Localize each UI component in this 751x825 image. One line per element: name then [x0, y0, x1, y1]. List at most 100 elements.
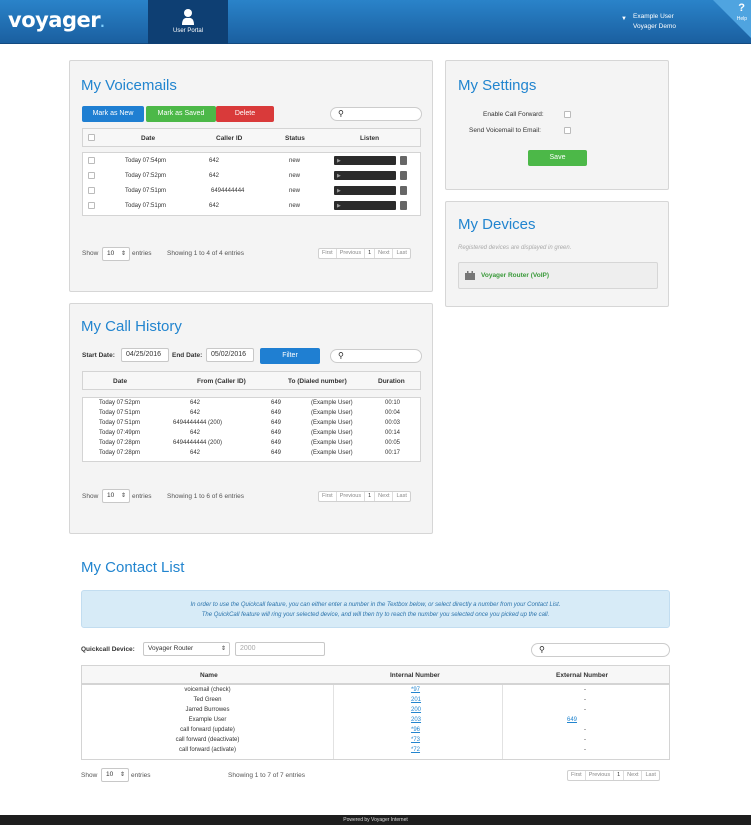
col-date[interactable]: Date [141, 135, 155, 142]
row-checkbox[interactable] [88, 202, 95, 209]
download-icon[interactable] [400, 201, 407, 210]
col-to[interactable]: To (Dialed number) [288, 378, 347, 385]
row-checkbox[interactable] [88, 187, 95, 194]
voyager-logo[interactable]: voyager. [8, 8, 105, 32]
table-row[interactable]: Today 07:28pm 6494444444 (200) 649 (Example… [83, 440, 420, 450]
call-from: 642 [190, 450, 201, 456]
contact-internal-link[interactable]: 203 [411, 717, 421, 723]
search-icon: ⚲ [338, 109, 344, 118]
entries-value: 10 [106, 771, 114, 778]
page-previous[interactable]: Previous [337, 492, 366, 501]
table-row[interactable]: Today 07:52pm 642 649 (Example User) 00:10 [83, 400, 420, 410]
table-row[interactable]: Today 07:51pm 642 649 (Example User) 00:04 [83, 410, 420, 420]
start-date-input[interactable]: 04/25/2016 [121, 348, 169, 362]
help-button[interactable]: ? Help [708, 0, 751, 44]
save-button[interactable]: Save [528, 150, 587, 166]
contact-external-link[interactable]: 649 [567, 717, 577, 723]
call-forward-checkbox[interactable] [564, 111, 571, 118]
page-last[interactable]: Last [642, 771, 658, 780]
page-current[interactable]: 1 [614, 771, 625, 780]
nav-tab-user-portal[interactable]: User Portal [148, 0, 228, 44]
audio-player[interactable]: ▶ [334, 156, 396, 165]
mark-as-new-button[interactable]: Mark as New [82, 106, 144, 122]
table-row[interactable]: voicemail (check) *97 - [82, 687, 669, 697]
table-row[interactable]: call forward (update) *96 - [82, 727, 669, 737]
page-first[interactable]: First [568, 771, 586, 780]
entries-select[interactable]: 10 ⇕ [102, 247, 130, 261]
vm-caller: 642 [209, 203, 220, 209]
vm-caller: 6494444444 [211, 188, 245, 194]
col-caller-id[interactable]: Caller ID [216, 135, 242, 142]
end-date-input[interactable]: 05/02/2016 [206, 348, 254, 362]
contact-internal-link[interactable]: 200 [411, 707, 421, 713]
download-icon[interactable] [400, 156, 407, 165]
row-checkbox[interactable] [88, 157, 95, 164]
entries-label: entries [132, 493, 152, 500]
col-from[interactable]: From (Caller ID) [197, 378, 246, 385]
filter-button[interactable]: Filter [260, 348, 320, 364]
entries-select[interactable]: 10 ⇕ [101, 768, 129, 782]
call-to-name: (Example User) [311, 450, 353, 456]
table-row[interactable]: Today 07:49pm 642 649 (Example User) 00:14 [83, 430, 420, 440]
history-search-input[interactable]: ⚲ [330, 349, 422, 363]
table-row[interactable]: Jarred Burrowes 200 - [82, 707, 669, 717]
table-row[interactable]: Example User 203 649 [82, 717, 669, 727]
entries-select[interactable]: 10 ⇕ [102, 489, 130, 503]
page-first[interactable]: First [319, 249, 337, 258]
device-item[interactable]: Voyager Router (VoIP) [458, 262, 658, 289]
row-checkbox[interactable] [88, 172, 95, 179]
contacts-table-header: Name Internal Number External Number [81, 665, 670, 684]
select-all-checkbox[interactable] [88, 134, 95, 141]
mark-as-saved-button[interactable]: Mark as Saved [146, 106, 216, 122]
col-status[interactable]: Status [285, 135, 305, 142]
col-name[interactable]: Name [200, 672, 218, 679]
page-last[interactable]: Last [393, 249, 409, 258]
table-row[interactable]: call forward (activate) *72 - [82, 747, 669, 757]
contact-internal-link[interactable]: *97 [411, 687, 420, 693]
end-date-label: End Date: [172, 352, 203, 359]
col-listen[interactable]: Listen [360, 135, 379, 142]
contact-name: voicemail (check) [184, 687, 231, 693]
download-icon[interactable] [400, 171, 407, 180]
col-external[interactable]: External Number [556, 672, 608, 679]
start-date-label: Start Date: [82, 352, 115, 359]
history-table-body: Today 07:52pm 642 649 (Example User) 00:10 T… [82, 397, 421, 462]
delete-button[interactable]: Delete [216, 106, 274, 122]
page-previous[interactable]: Previous [337, 249, 366, 258]
audio-player[interactable]: ▶ [334, 186, 396, 195]
col-date[interactable]: Date [113, 378, 127, 385]
page-last[interactable]: Last [393, 492, 409, 501]
play-icon: ▶ [337, 158, 341, 164]
contacts-search-input[interactable]: ⚲ [531, 643, 670, 657]
audio-player[interactable]: ▶ [334, 201, 396, 210]
vm-caller: 642 [209, 173, 220, 179]
page-previous[interactable]: Previous [586, 771, 615, 780]
col-internal[interactable]: Internal Number [390, 672, 440, 679]
contact-internal-link[interactable]: 201 [411, 697, 421, 703]
call-duration: 00:04 [385, 410, 401, 416]
table-row[interactable]: call forward (deactivate) *73 - [82, 737, 669, 747]
page-next[interactable]: Next [624, 771, 643, 780]
quickcall-device-select[interactable]: Voyager Router ⇕ [143, 642, 230, 656]
vm-email-checkbox[interactable] [564, 127, 571, 134]
contact-internal-link[interactable]: *96 [411, 727, 420, 733]
table-row[interactable]: Today 07:51pm 6494444444 (200) 649 (Example… [83, 420, 420, 430]
audio-player[interactable]: ▶ [334, 171, 396, 180]
table-row[interactable]: Ted Green 201 - [82, 697, 669, 707]
history-table-header: Date From (Caller ID) To (Dialed number)… [82, 371, 421, 390]
page-next[interactable]: Next [375, 492, 394, 501]
page-current[interactable]: 1 [365, 249, 376, 258]
voicemail-search-input[interactable]: ⚲ [330, 107, 422, 121]
contact-internal-link[interactable]: *73 [411, 737, 420, 743]
col-duration[interactable]: Duration [378, 378, 405, 385]
page-next[interactable]: Next [375, 249, 394, 258]
quickcall-device-value: Voyager Router [148, 645, 194, 652]
contact-internal-link[interactable]: *72 [411, 747, 420, 753]
vm-date: Today 07:51pm [125, 188, 167, 194]
page-first[interactable]: First [319, 492, 337, 501]
table-row[interactable]: Today 07:28pm 642 649 (Example User) 00:17 [83, 450, 420, 460]
download-icon[interactable] [400, 186, 407, 195]
user-menu[interactable]: ▼ Example User Voyager Demo [621, 12, 676, 32]
quickcall-number-input[interactable]: 2000 [235, 642, 325, 656]
page-current[interactable]: 1 [365, 492, 376, 501]
